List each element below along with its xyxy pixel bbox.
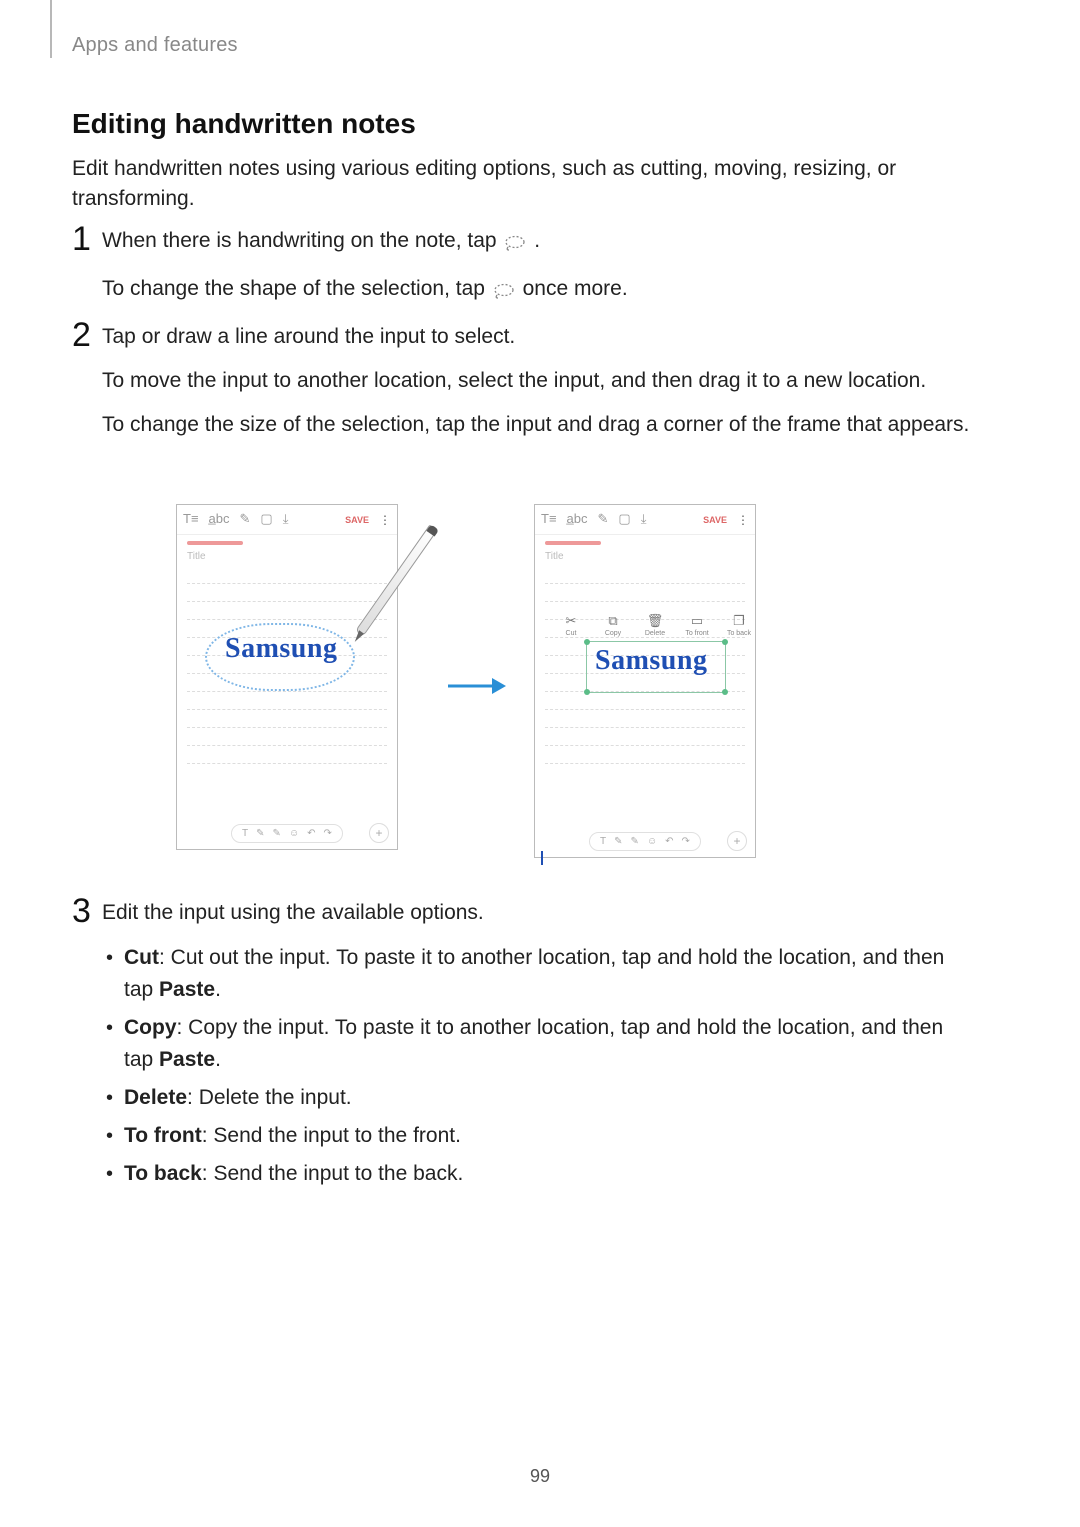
toolbar-pill: T ✎ ✎ ☺ ↶ ↷ bbox=[231, 824, 343, 843]
voice-icon: ⤓ bbox=[283, 515, 289, 524]
page-title: Editing handwritten notes bbox=[72, 108, 416, 140]
text-mode-icon: T≡ bbox=[183, 515, 199, 524]
step-3: 3 Edit the input using the available opt… bbox=[72, 898, 972, 1196]
step-1: 1 When there is handwriting on the note,… bbox=[72, 226, 972, 322]
image-icon: ▢ bbox=[618, 515, 630, 524]
emoji-icon: ☺ bbox=[647, 836, 657, 847]
highlighter-tool-icon: ✎ bbox=[273, 828, 281, 839]
section-header: Apps and features bbox=[72, 34, 238, 57]
context-delete-button: 🗑Delete bbox=[639, 613, 671, 637]
option-delete: Delete: Delete the input. bbox=[102, 1082, 972, 1114]
brush-icon: ✎ bbox=[598, 515, 609, 524]
option-to-front: To front: Send the input to the front. bbox=[102, 1120, 972, 1152]
screenshot-after: T≡ a̲bc ✎ ▢ ⤓ SAVE ⋮ Title ✂Cut ⧉Copy bbox=[534, 504, 756, 858]
undo-icon: ↶ bbox=[307, 828, 315, 839]
handwriting-mode-icon: a̲bc bbox=[209, 515, 230, 524]
add-page-button: + bbox=[727, 831, 747, 851]
text-tool-icon: T bbox=[242, 828, 248, 839]
header-rule bbox=[50, 0, 52, 58]
step-number: 3 bbox=[72, 892, 91, 931]
image-icon: ▢ bbox=[260, 515, 272, 524]
step2-p3: To change the size of the selection, tap… bbox=[102, 410, 972, 440]
note-topbar: T≡ a̲bc ✎ ▢ ⤓ SAVE ⋮ bbox=[177, 505, 397, 535]
text-mode-icon: T≡ bbox=[541, 515, 557, 524]
figure-editing-handwriting: T≡ a̲bc ✎ ▢ ⤓ SAVE ⋮ Title Samsung bbox=[176, 504, 926, 870]
lasso-selection-icon bbox=[504, 230, 526, 260]
note-topbar: T≡ a̲bc ✎ ▢ ⤓ SAVE ⋮ bbox=[535, 505, 755, 535]
handwritten-sample: Samsung bbox=[225, 633, 337, 665]
page-number: 99 bbox=[0, 1466, 1080, 1487]
redo-icon: ↷ bbox=[682, 836, 690, 847]
pen-tool-icon: ✎ bbox=[256, 828, 264, 839]
more-menu-icon: ⋮ bbox=[737, 513, 749, 527]
title-placeholder: Title bbox=[545, 551, 745, 562]
context-copy-button: ⧉Copy bbox=[597, 613, 629, 637]
brush-icon: ✎ bbox=[240, 515, 251, 524]
save-button: SAVE bbox=[345, 515, 369, 525]
highlighter-tool-icon: ✎ bbox=[631, 836, 639, 847]
step-2: 2 Tap or draw a line around the input to… bbox=[72, 322, 972, 454]
category-chip bbox=[545, 541, 601, 545]
voice-icon: ⤓ bbox=[641, 515, 647, 524]
step1-line2: To change the shape of the selection, ta… bbox=[102, 274, 972, 308]
step2-p1: Tap or draw a line around the input to s… bbox=[102, 322, 972, 352]
handwriting-mode-icon: a̲bc bbox=[567, 515, 588, 524]
pen-tool-icon: ✎ bbox=[614, 836, 622, 847]
title-placeholder: Title bbox=[187, 551, 387, 562]
intro-paragraph: Edit handwritten notes using various edi… bbox=[72, 154, 932, 214]
step-number: 1 bbox=[72, 220, 91, 259]
lasso-selection-icon bbox=[493, 278, 515, 308]
undo-icon: ↶ bbox=[665, 836, 673, 847]
step1-line1: When there is handwriting on the note, t… bbox=[102, 226, 972, 260]
more-menu-icon: ⋮ bbox=[379, 513, 391, 527]
step3-intro: Edit the input using the available optio… bbox=[102, 898, 972, 928]
text-cursor bbox=[541, 851, 543, 865]
context-cut-button: ✂Cut bbox=[555, 613, 587, 637]
category-chip bbox=[187, 541, 243, 545]
toolbar-pill: T ✎ ✎ ☺ ↶ ↷ bbox=[589, 832, 701, 851]
handwritten-sample: Samsung bbox=[595, 645, 707, 677]
save-button: SAVE bbox=[703, 515, 727, 525]
redo-icon: ↷ bbox=[324, 828, 332, 839]
option-cut: Cut: Cut out the input. To paste it to a… bbox=[102, 942, 972, 1006]
screenshot-before: T≡ a̲bc ✎ ▢ ⤓ SAVE ⋮ Title Samsung bbox=[176, 504, 398, 850]
edit-options-list: Cut: Cut out the input. To paste it to a… bbox=[102, 942, 972, 1190]
context-edit-toolbar: ✂Cut ⧉Copy 🗑Delete ▭To front ❐To back bbox=[555, 613, 755, 637]
emoji-icon: ☺ bbox=[289, 828, 299, 839]
step-number: 2 bbox=[72, 316, 91, 355]
option-copy: Copy: Copy the input. To paste it to ano… bbox=[102, 1012, 972, 1076]
context-to-back-button: ❐To back bbox=[723, 613, 755, 637]
arrow-right-icon bbox=[446, 674, 506, 703]
add-page-button: + bbox=[369, 823, 389, 843]
text-tool-icon: T bbox=[600, 836, 606, 847]
step2-p2: To move the input to another location, s… bbox=[102, 366, 972, 396]
option-to-back: To back: Send the input to the back. bbox=[102, 1158, 972, 1190]
context-to-front-button: ▭To front bbox=[681, 613, 713, 637]
